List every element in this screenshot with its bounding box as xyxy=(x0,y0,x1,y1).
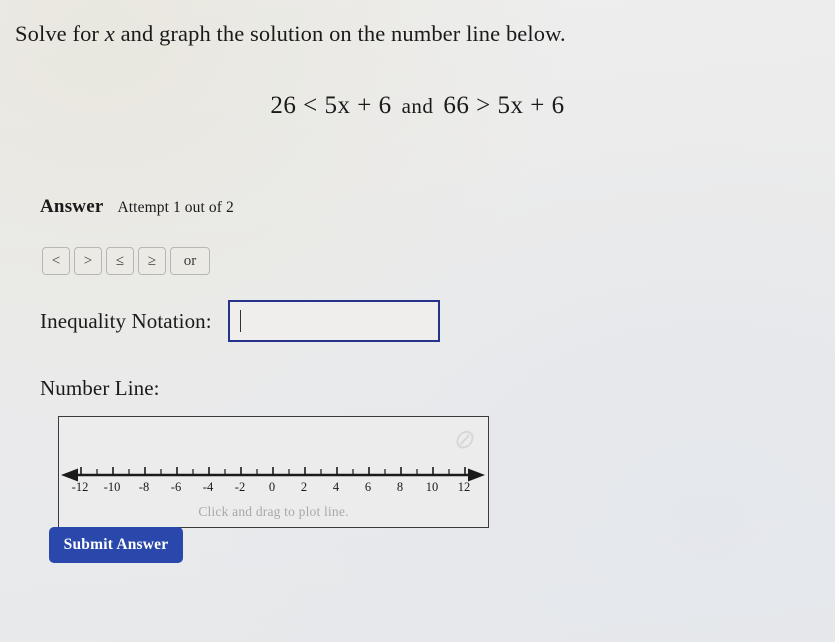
problem-equation: 26 < 5x + 6 and 66 > 5x + 6 xyxy=(0,92,835,120)
watermark-icon: ⊘ xyxy=(450,423,476,456)
inequality-notation-input[interactable] xyxy=(227,300,440,342)
operator-button-greater-than[interactable]: > xyxy=(74,247,102,275)
operator-button-row: < > ≤ ≥ or xyxy=(42,247,210,275)
operator-button-less-than-or-equal[interactable]: ≤ xyxy=(106,247,134,275)
number-line-tick-label: 10 xyxy=(426,480,439,494)
prompt-variable: x xyxy=(104,21,115,46)
number-line-label: Number Line: xyxy=(40,376,160,400)
answer-header: Answer Attempt 1 out of 2 xyxy=(40,196,234,218)
equation-left: 26 < 5x + 6 xyxy=(270,92,392,119)
inequality-notation-row: Inequality Notation: xyxy=(40,300,440,342)
number-line-tick-label: -2 xyxy=(235,480,245,494)
text-cursor xyxy=(239,310,242,332)
operator-button-greater-than-or-equal[interactable]: ≥ xyxy=(138,247,166,275)
number-line-tick-label: -8 xyxy=(139,480,149,494)
equation-conjunction: and xyxy=(401,94,434,118)
operator-button-or[interactable]: or xyxy=(170,247,210,275)
submit-answer-button[interactable]: Submit Answer xyxy=(49,527,183,563)
number-line-tick-label: -12 xyxy=(72,480,89,494)
number-line-tick-label: 8 xyxy=(397,480,403,494)
number-line-tick-label: -4 xyxy=(203,480,214,494)
prompt-text-after: and graph the solution on the number lin… xyxy=(114,21,566,46)
attempt-counter: Attempt 1 out of 2 xyxy=(117,199,234,216)
number-line-tick-label: -10 xyxy=(104,480,121,494)
number-line-tick-label: 0 xyxy=(269,480,275,494)
number-line-tick-label: 4 xyxy=(333,480,340,494)
number-line-tick-label: 12 xyxy=(458,480,471,494)
equation-right: 66 > 5x + 6 xyxy=(443,92,565,119)
number-line-tick-label: -6 xyxy=(171,480,181,494)
prompt-text-before: Solve for xyxy=(15,21,105,46)
number-line-axis: -12 -10 -8 -6 -4 -2 0 2 4 6 8 10 12 xyxy=(59,457,488,501)
number-line-svg: -12 -10 -8 -6 -4 -2 0 2 4 6 8 10 12 xyxy=(61,467,485,494)
operator-button-less-than[interactable]: < xyxy=(42,247,70,275)
number-line-tick-label: 6 xyxy=(365,480,371,494)
page-title: Solve for x and graph the solution on th… xyxy=(15,20,566,47)
answer-label: Answer xyxy=(40,196,104,217)
number-line-hint: Click and drag to plot line. xyxy=(198,504,349,519)
number-line-tick-label: 2 xyxy=(301,480,307,494)
inequality-notation-label: Inequality Notation: xyxy=(40,308,212,333)
number-line-canvas[interactable]: ⊘ -12 -10 -8 -6 -4 -2 0 2 4 6 8 10 12 Click and drag… xyxy=(58,416,489,528)
